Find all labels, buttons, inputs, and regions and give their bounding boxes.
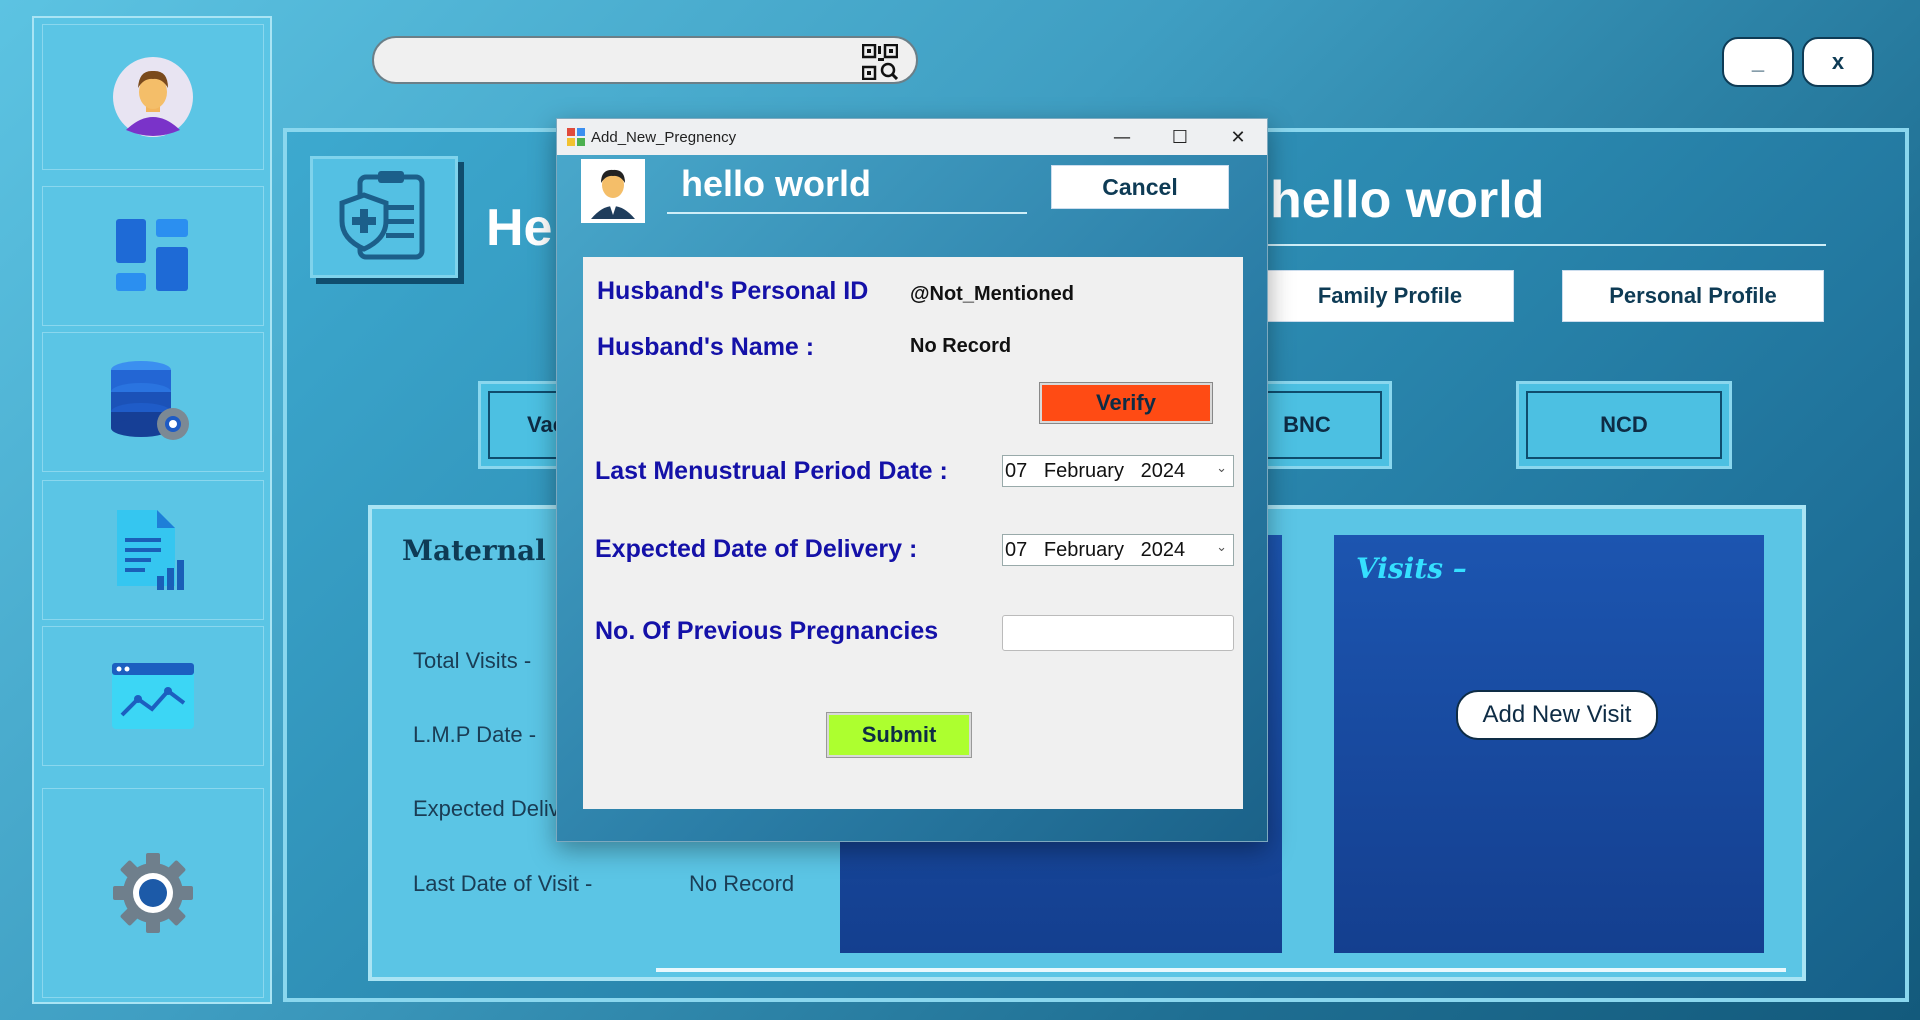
dialog-titlebar: Add_New_Pregnency — ☐ ✕ <box>557 119 1267 155</box>
submit-button[interactable]: Submit <box>826 712 972 758</box>
previous-pregnancies-label: No. Of Previous Pregnancies <box>595 617 939 645</box>
minimize-button[interactable]: _ <box>1722 37 1794 87</box>
chevron-down-icon[interactable]: ⌄ <box>1216 460 1227 476</box>
husband-name-label: Husband's Name : <box>597 333 815 361</box>
page-title-partial: He <box>486 199 553 257</box>
lmp-date-picker[interactable]: 07 February 2024 ⌄ <box>1002 455 1234 487</box>
edd-label: Expected Date of Delivery : <box>595 535 918 563</box>
clipboard-shield-icon <box>339 171 425 260</box>
maternal-logo <box>310 156 458 278</box>
sidebar-item-analytics[interactable] <box>42 626 264 766</box>
last-visit-value: No Record <box>689 871 795 896</box>
search-input[interactable] <box>394 46 834 74</box>
qr-scan-icon[interactable] <box>862 44 898 80</box>
add-new-visit-button[interactable]: Add New Visit <box>1456 690 1658 740</box>
husband-name-value: No Record <box>910 335 1012 357</box>
dashboard-icon <box>116 219 188 291</box>
dialog-avatar <box>581 159 645 223</box>
chevron-down-icon[interactable]: ⌄ <box>1216 539 1227 555</box>
dialog-close-button[interactable]: ✕ <box>1209 119 1267 155</box>
previous-pregnancies-input[interactable] <box>1002 615 1234 651</box>
lmp-label: Last Menustrual Period Date : <box>595 457 948 485</box>
husband-id-label: Husband's Personal ID <box>597 277 869 305</box>
dialog-minimize-button[interactable]: — <box>1093 119 1151 155</box>
database-settings-icon <box>111 361 189 440</box>
husband-id-value: @Not_Mentioned <box>910 283 1074 305</box>
report-document-icon <box>117 510 184 590</box>
gear-icon <box>113 853 193 933</box>
last-visit-label: Last Date of Visit - <box>413 871 593 896</box>
title-underline <box>1262 244 1826 246</box>
search-bar[interactable] <box>372 36 918 84</box>
edd-date-value: 07 February 2024 <box>1005 538 1186 561</box>
dialog-user-name: hello world <box>681 163 872 204</box>
visits-title: Visits – <box>1356 552 1467 585</box>
lmp-date-value: 07 February 2024 <box>1005 459 1186 482</box>
cancel-button[interactable]: Cancel <box>1051 165 1229 209</box>
pregnancy-form: Husband's Personal ID @Not_Mentioned Hus… <box>583 257 1243 809</box>
sidebar <box>32 16 272 1004</box>
bottom-divider <box>656 968 1786 972</box>
verify-button[interactable]: Verify <box>1039 382 1213 424</box>
sidebar-item-settings[interactable] <box>42 788 264 998</box>
user-avatar-icon <box>113 57 193 137</box>
personal-profile-button[interactable]: Personal Profile <box>1562 270 1824 322</box>
ncd-button[interactable]: NCD <box>1516 381 1732 469</box>
sidebar-item-reports[interactable] <box>42 480 264 620</box>
edd-date-picker[interactable]: 07 February 2024 ⌄ <box>1002 534 1234 566</box>
dialog-title: Add_New_Pregnency <box>591 128 737 146</box>
close-button[interactable]: x <box>1802 37 1874 87</box>
dialog-maximize-button[interactable]: ☐ <box>1151 119 1209 155</box>
expected-delivery-label: Expected Deliv <box>413 796 560 821</box>
total-visits-label: Total Visits - <box>413 648 532 673</box>
app-icon <box>567 128 585 146</box>
add-new-pregnancy-dialog: Add_New_Pregnency — ☐ ✕ hello world Canc… <box>556 118 1268 842</box>
analytics-chart-icon <box>112 663 194 729</box>
user-doctor-icon <box>591 169 635 219</box>
sidebar-item-profile[interactable] <box>42 24 264 170</box>
sidebar-item-database[interactable] <box>42 332 264 472</box>
visits-box <box>1334 535 1764 953</box>
lmp-date-label: L.M.P Date - <box>413 722 537 747</box>
page-title: hello world <box>1270 171 1545 229</box>
family-profile-button[interactable]: Family Profile <box>1266 270 1514 322</box>
sidebar-item-dashboard[interactable] <box>42 186 264 326</box>
dialog-name-underline <box>667 212 1027 214</box>
